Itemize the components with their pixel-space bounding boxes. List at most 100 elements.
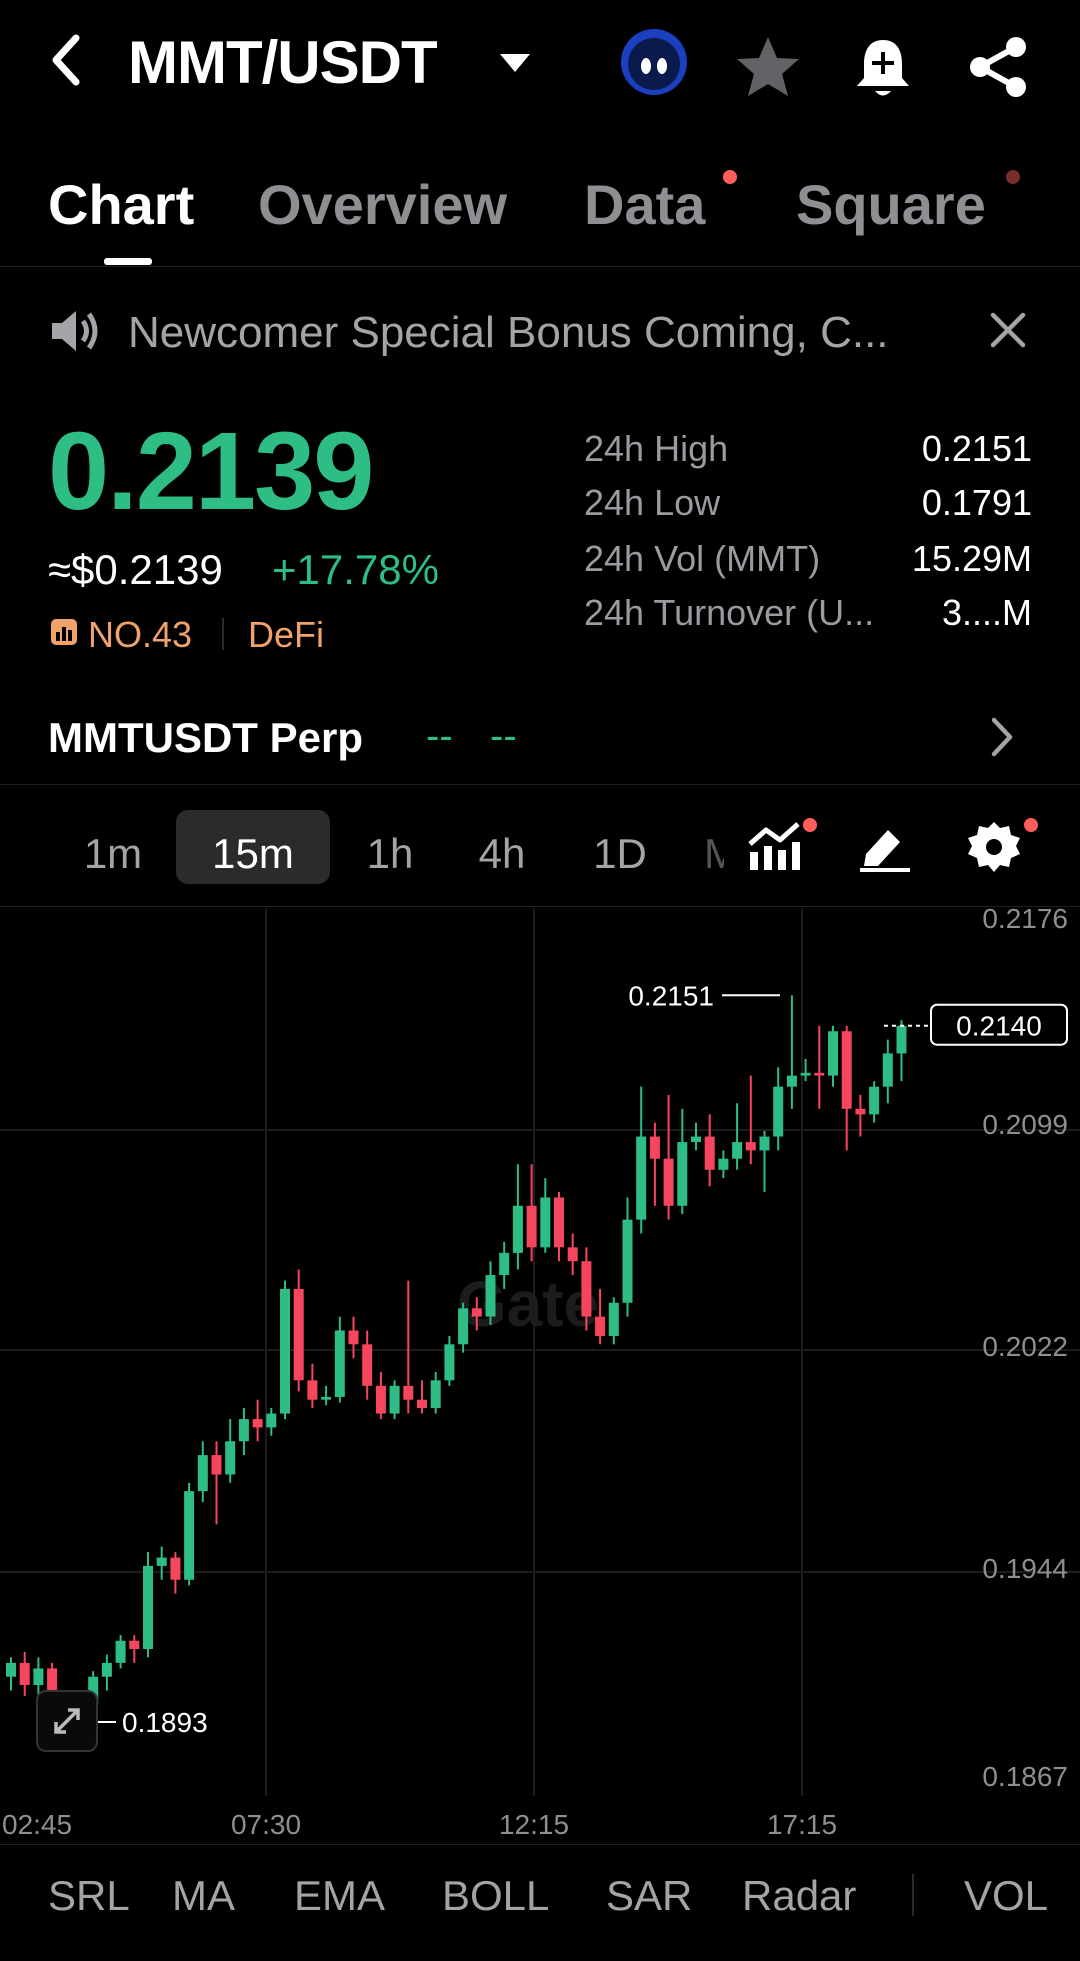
- candle-body: [828, 1031, 838, 1076]
- speaker-icon: [50, 308, 102, 359]
- stat-label: 24h High: [584, 428, 729, 469]
- candle-body: [403, 1385, 414, 1400]
- candle-body: [417, 1399, 427, 1409]
- chevron-right-icon[interactable]: [990, 716, 1016, 763]
- notice-text[interactable]: Newcomer Special Bonus Coming, C...: [128, 308, 889, 358]
- candle-body: [143, 1565, 153, 1650]
- indicator-radar[interactable]: Radar: [742, 1872, 856, 1920]
- stat-value: 3....M: [941, 592, 1032, 633]
- tab-square-dot: [1006, 170, 1020, 184]
- candle-body: [471, 1308, 482, 1317]
- tab-chart[interactable]: Chart: [48, 172, 194, 237]
- tab-underline: [104, 258, 152, 265]
- rank-badge[interactable]: NO.43: [88, 614, 192, 656]
- x-axis-label: 02:45: [2, 1809, 72, 1840]
- candle-body: [362, 1344, 373, 1386]
- candle-body: [238, 1419, 249, 1442]
- indicator-icon[interactable]: [746, 818, 802, 879]
- category-tag[interactable]: DeFi: [248, 614, 324, 656]
- indicator-sar[interactable]: SAR: [606, 1872, 692, 1920]
- indicator-vol[interactable]: VOL: [964, 1872, 1048, 1920]
- timeframe-15m[interactable]: 15m: [176, 830, 330, 878]
- bell-plus-icon[interactable]: [852, 34, 914, 105]
- candle-body: [389, 1385, 400, 1414]
- timeframe-more[interactable]: M: [704, 830, 724, 878]
- candle-body: [814, 1072, 825, 1076]
- usd-price: ≈$0.2139: [48, 546, 223, 593]
- candle-body: [156, 1557, 167, 1566]
- candle-body: [499, 1252, 510, 1276]
- stat-label: 24h Low: [584, 482, 721, 523]
- tab-data-dot: [723, 170, 737, 184]
- draw-icon[interactable]: [858, 822, 912, 877]
- candle-body: [252, 1419, 263, 1428]
- fullscreen-button[interactable]: [36, 1690, 98, 1752]
- candlestick-chart[interactable]: Gate 0.2176 0.2099 0.2022 0.1944 0.1867 02:45 0…: [0, 903, 1080, 1842]
- candle-body: [581, 1261, 592, 1317]
- indicator-ma[interactable]: MA: [172, 1872, 235, 1920]
- candle-body: [882, 1053, 893, 1087]
- candle-body: [745, 1142, 756, 1151]
- settings-gear-icon[interactable]: [966, 820, 1022, 881]
- watermark: Gate: [457, 1268, 599, 1340]
- stat-value: 0.1791: [921, 482, 1032, 523]
- candle-body: [115, 1640, 126, 1663]
- close-icon[interactable]: [990, 312, 1026, 353]
- candle-body: [622, 1219, 633, 1303]
- indicator-dot: [803, 818, 817, 832]
- timeframe-1m[interactable]: 1m: [70, 830, 156, 878]
- candle-body: [101, 1662, 112, 1677]
- candle-body: [691, 1136, 701, 1143]
- perp-label[interactable]: MMTUSDT Perp: [48, 714, 363, 762]
- candle-body: [540, 1197, 551, 1248]
- y-axis-label: 0.2099: [982, 1109, 1068, 1140]
- candle-body: [554, 1197, 564, 1248]
- candle-body: [704, 1136, 715, 1170]
- candle-body: [184, 1491, 195, 1580]
- perp-change: --: [490, 714, 517, 758]
- candle-body: [636, 1136, 647, 1220]
- stat-label: 24h Vol (MMT): [584, 538, 821, 579]
- tab-overview[interactable]: Overview: [258, 172, 507, 237]
- star-icon[interactable]: [734, 34, 802, 105]
- price-change: +17.78%: [272, 546, 439, 593]
- candle-body: [663, 1158, 674, 1206]
- candle-body: [485, 1275, 496, 1317]
- candle-body: [595, 1316, 606, 1336]
- candle-body: [170, 1557, 181, 1580]
- timeframe-4h[interactable]: 4h: [462, 830, 542, 878]
- divider: [0, 784, 1080, 785]
- candle-body: [375, 1385, 386, 1414]
- dropdown-icon[interactable]: [498, 52, 532, 79]
- share-icon[interactable]: [966, 34, 1032, 105]
- back-icon[interactable]: [44, 30, 94, 90]
- candle-body: [512, 1205, 523, 1253]
- stat-value: 15.29M: [911, 538, 1032, 579]
- token-logo: [620, 28, 688, 101]
- stat-label: 24h Turnover (U...: [584, 592, 875, 633]
- rank-divider: [222, 618, 224, 650]
- candle-body: [19, 1662, 30, 1686]
- indicator-srl[interactable]: SRL: [48, 1872, 130, 1920]
- candle-body: [197, 1455, 208, 1492]
- tab-data[interactable]: Data: [584, 172, 705, 237]
- indicator-ema[interactable]: EMA: [294, 1872, 385, 1920]
- x-axis-label: 17:15: [767, 1809, 837, 1840]
- candle-body: [321, 1396, 332, 1400]
- perp-value: --: [426, 714, 453, 758]
- y-axis-label: 0.2176: [982, 908, 1068, 934]
- candle-body: [307, 1380, 318, 1400]
- candle-body: [293, 1288, 304, 1381]
- divider: [0, 906, 1080, 907]
- tab-square[interactable]: Square: [796, 172, 986, 237]
- indicator-boll[interactable]: BOLL: [442, 1872, 549, 1920]
- candle-body: [677, 1142, 688, 1206]
- candle-body: [526, 1205, 537, 1248]
- x-axis-label: 12:15: [499, 1809, 569, 1840]
- timeframe-1d[interactable]: 1D: [578, 830, 662, 878]
- y-axis-label: 0.1944: [982, 1553, 1068, 1584]
- pair-title[interactable]: MMT/USDT: [128, 28, 438, 97]
- candle-body: [567, 1247, 578, 1262]
- timeframe-1h[interactable]: 1h: [350, 830, 430, 878]
- candle-body: [759, 1136, 770, 1151]
